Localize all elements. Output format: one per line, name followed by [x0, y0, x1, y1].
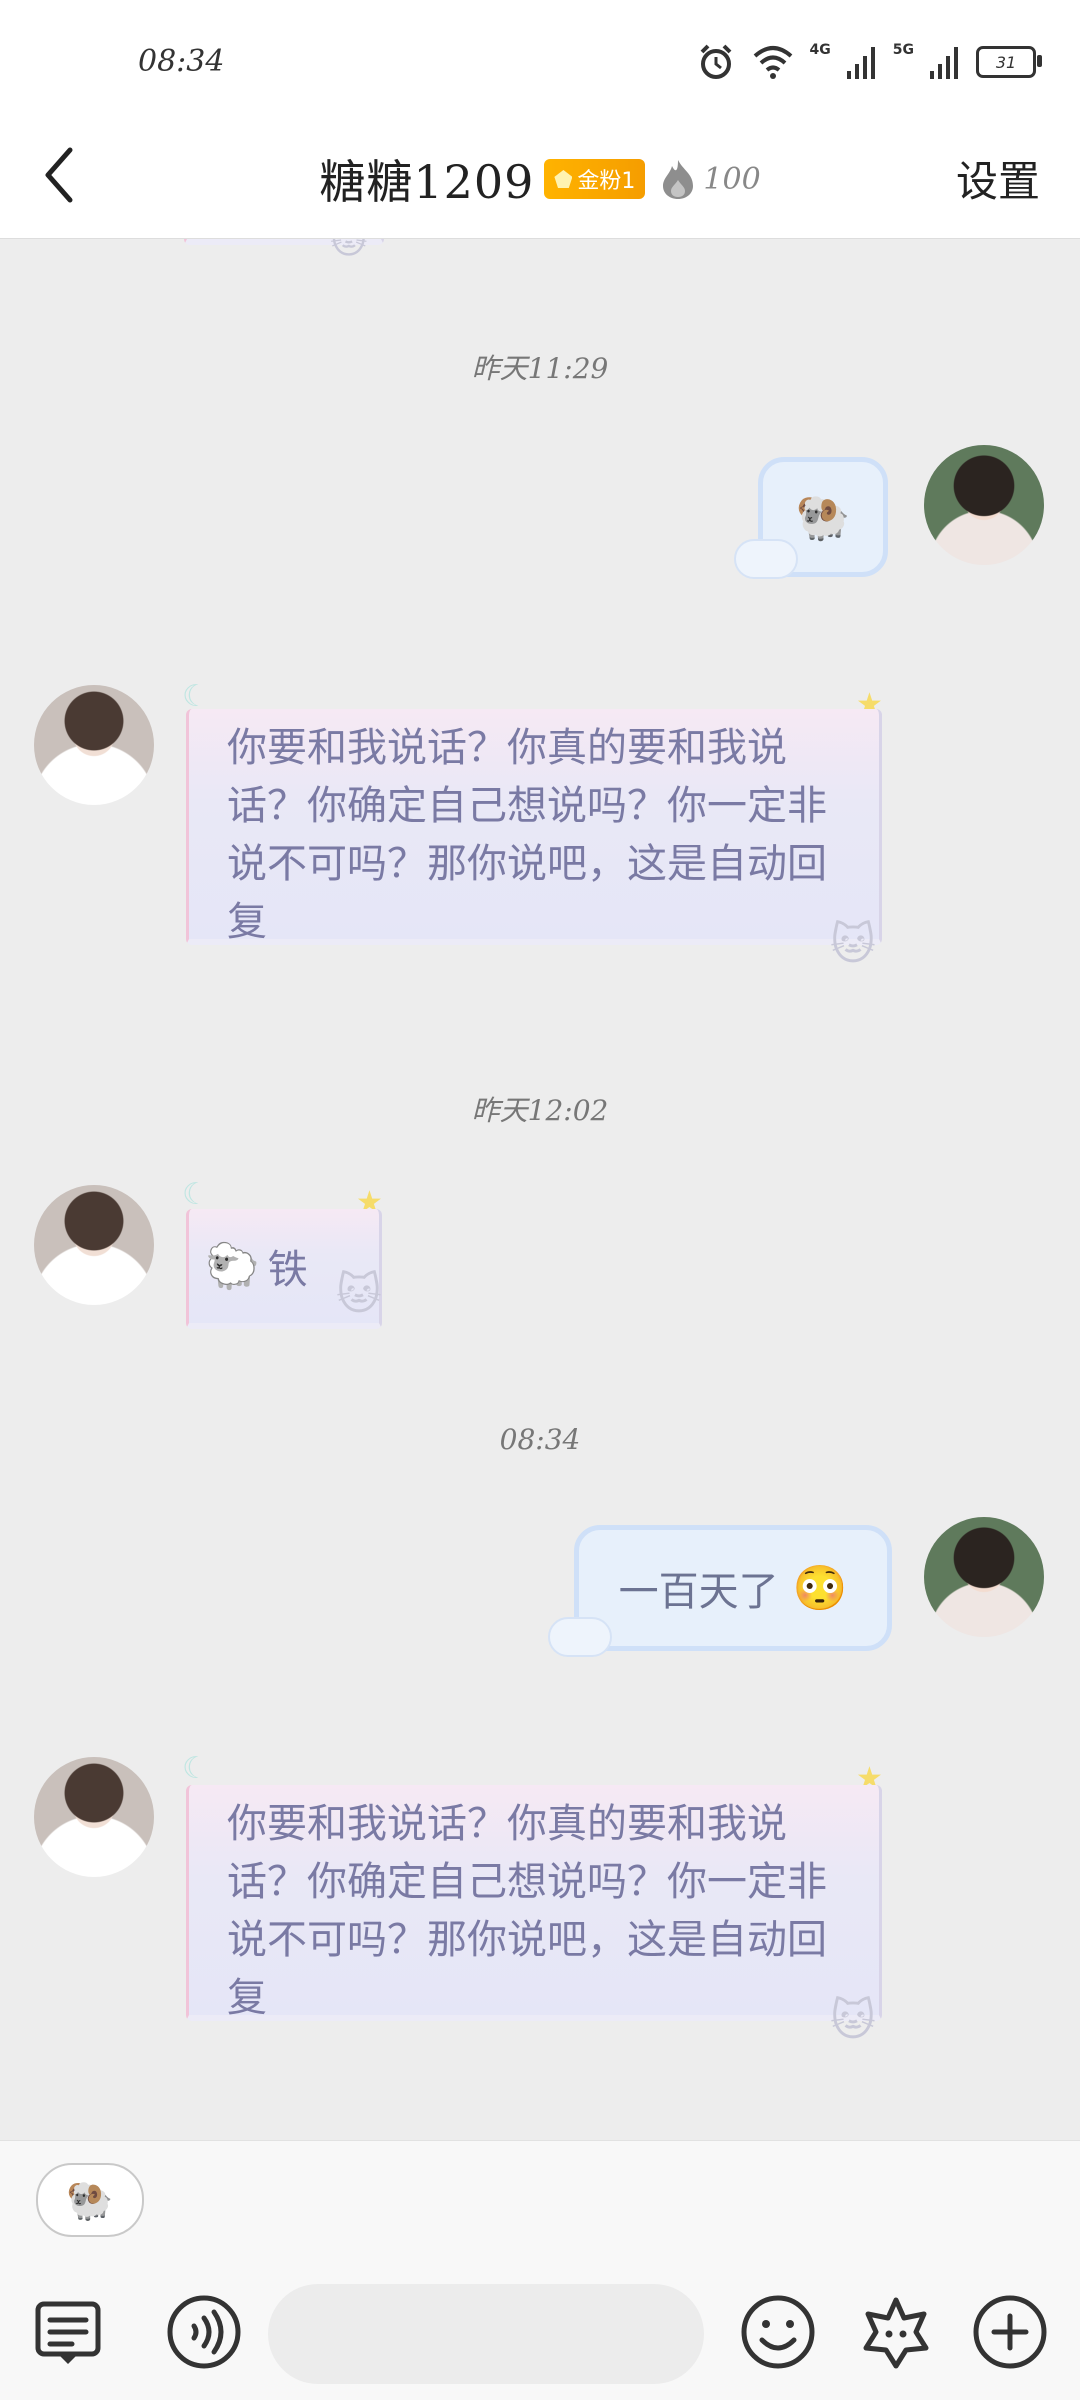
network-4g-label: 4G — [809, 42, 831, 58]
title-group: 糖糖1209 金粉1 100 — [0, 146, 1080, 212]
contact-avatar[interactable] — [34, 1185, 154, 1305]
chat-header: 糖糖1209 金粉1 100 设置 — [0, 120, 1080, 239]
cat-decoration-icon: 🐱 — [336, 1269, 382, 1320]
fan-badge-label: 金粉1 — [577, 169, 636, 194]
message-text: 你要和我说话？你真的要和我说话？你确定自己想说吗？你一定非说不可吗？那你说吧，这… — [227, 725, 827, 945]
battery-indicator: 31 — [976, 46, 1042, 78]
wifi-icon — [753, 46, 792, 79]
message-text: 铁 — [267, 1247, 308, 1293]
settings-button[interactable]: 设置 — [956, 148, 1040, 209]
cat-decoration-icon: 🐱 — [330, 239, 368, 262]
signal-bars-icon — [846, 47, 875, 79]
cloud-decoration-icon — [734, 539, 798, 579]
cat-decoration-icon: 🐱 — [830, 1995, 876, 2046]
input-bar — [0, 2270, 1080, 2400]
intimacy-fire[interactable]: 100 — [661, 158, 761, 200]
message-input[interactable] — [268, 2284, 704, 2384]
message-bubble-incoming[interactable]: 你要和我说话？你真的要和我说话？你确定自己想说吗？你一定非说不可吗？那你说吧，这… — [186, 709, 882, 945]
fire-count: 100 — [703, 161, 761, 197]
status-bar: 08:34 4G 5G 31 — [0, 0, 1080, 120]
fan-badge[interactable]: 金粉1 — [544, 159, 646, 199]
status-time: 08:34 — [138, 44, 225, 79]
plus-icon[interactable] — [970, 2292, 1050, 2372]
status-icons: 4G 5G 31 — [696, 40, 1042, 84]
moon-decoration-icon: ☾ — [182, 1751, 209, 1786]
voice-icon[interactable] — [164, 2292, 244, 2372]
my-avatar[interactable] — [924, 1517, 1044, 1637]
sticker-icon[interactable] — [856, 2292, 936, 2372]
contact-avatar[interactable] — [34, 685, 154, 805]
moon-decoration-icon: ☾ — [182, 1177, 209, 1212]
contact-name[interactable]: 糖糖1209 — [319, 146, 534, 212]
blushing-face-emoji-icon: 😳 — [792, 1563, 848, 1614]
message-bubble-incoming[interactable]: 你要和我说话？你真的要和我说话？你确定自己想说吗？你一定非说不可吗？那你说吧，这… — [186, 1785, 882, 2021]
cloud-decoration-icon — [548, 1617, 612, 1657]
gem-icon — [554, 170, 573, 188]
timestamp: 08:34 — [499, 1423, 581, 1456]
message-text: 一百天了 — [618, 1569, 779, 1615]
chat-area[interactable]: 🐱 昨天11:29 🐏 ☾ ★ 你要和我说话？你真的要和我说话？你确定自己想说吗… — [0, 239, 1080, 2139]
alarm-icon — [700, 44, 731, 79]
timestamp: 昨天11:29 — [471, 352, 609, 385]
timestamp: 昨天12:02 — [471, 1094, 609, 1127]
network-5g-label: 5G — [892, 42, 914, 58]
contact-avatar[interactable] — [34, 1757, 154, 1877]
sheep-emoji-icon: 🐏 — [66, 2177, 114, 2222]
battery-level: 31 — [995, 52, 1017, 72]
emoji-face-icon[interactable] — [738, 2292, 818, 2372]
quick-reply-bar: 🐏 — [0, 2140, 1080, 2271]
signal-bars-icon — [930, 47, 958, 79]
quick-reply-sheep-button[interactable]: 🐏 — [36, 2163, 144, 2237]
sheep-emoji-icon: 🐏 — [795, 492, 851, 543]
cat-decoration-icon: 🐱 — [830, 919, 876, 970]
fire-icon — [663, 160, 694, 199]
message-bubble-outgoing[interactable]: 一百天了 😳 — [574, 1525, 892, 1651]
my-avatar[interactable] — [924, 445, 1044, 565]
message-text: 你要和我说话？你真的要和我说话？你确定自己想说吗？你一定非说不可吗？那你说吧，这… — [227, 1801, 827, 2021]
keyboard-menu-icon[interactable] — [28, 2292, 108, 2372]
sheep-emoji-icon: 🐑 — [205, 1241, 260, 1292]
